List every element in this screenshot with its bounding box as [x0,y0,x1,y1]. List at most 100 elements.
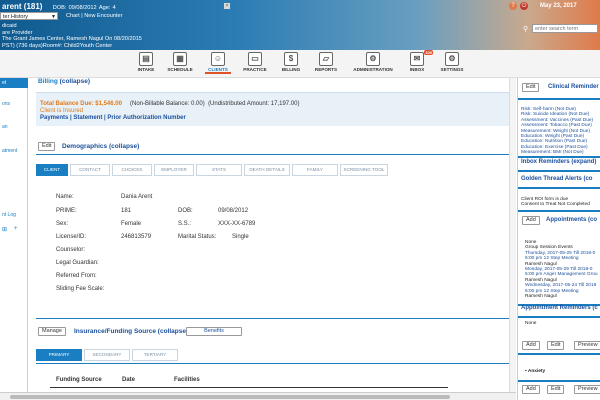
list-item: Consent to Treat Not Completed [521,202,590,208]
power-icon[interactable]: ⏻ [520,2,528,10]
divider [518,187,600,189]
insurance-title: Insurance/Funding Source (collapse) [74,328,189,335]
billing-box: Total Balance Due: $1,546.00 (Non-Billab… [36,92,512,126]
marital-label: Marital Status: [178,234,217,240]
divider [518,98,600,100]
chevron-down-icon: ▼ [51,14,56,20]
tab-screening-tool[interactable]: SCREENING TOOL [340,164,388,176]
calendar-icon: ▦ [173,52,187,66]
appointment-reminders-title: Appointment Reminders (c [521,305,598,311]
list-item[interactable]: Assessment: Tobacco (Past Due) [521,123,593,128]
vertical-scrollbar[interactable] [509,78,516,392]
dob-value: 09/08/2012 [218,208,249,214]
tab-employer[interactable]: EMPLOYER [154,164,194,176]
inbox-count-badge: 100 [424,50,433,55]
toolbar-settings[interactable]: ⚙ SETTINGS [439,52,465,72]
insured-status: Client is Insured [40,108,84,114]
benefits-button[interactable]: Benefits [186,327,242,336]
toolbar-reports[interactable]: ▱ REPORTS [313,52,339,72]
demographics-title: Demographics (collapse) [62,143,140,150]
search-icon[interactable]: ⚲ [523,25,528,33]
search-box [532,24,598,33]
scrollbar-thumb[interactable] [10,395,450,399]
plus-icon[interactable]: + [14,226,18,232]
billing-title: Billing (collapse) [38,78,91,85]
search-input[interactable] [533,25,597,32]
tab-secondary[interactable]: SECONDARY [84,349,130,361]
appointments-add-button[interactable]: Add [522,216,540,225]
tab-tertiary[interactable]: TERTIARY [132,349,178,361]
tab-choices[interactable]: CHOICES [112,164,152,176]
patient-title: arent (181) DOB: 09/08/2012 Age: 4 [2,2,116,11]
tab-contact[interactable]: CONTACT [70,164,110,176]
column-header: Date [122,377,136,383]
toolbar-intake[interactable]: ▤ INTAKE [135,52,157,72]
main-toolbar: ▤ INTAKE ▦ SCHEDULE ☺ CLIENTS ▭ PRACTICE… [0,50,600,78]
toolbar-clients[interactable]: ☺ CLIENTS [205,52,231,74]
left-nav-active-item[interactable]: et [0,78,28,88]
toolbar-practice[interactable]: ▭ PRACTICE [241,52,269,72]
insurance-manage-button[interactable]: Manage [38,327,66,336]
clinical-edit-button[interactable]: Edit [522,83,540,92]
appointment-reminders-none: None [525,321,537,326]
horizontal-scrollbar[interactable] [0,392,516,400]
sex-label: Sex: [56,221,69,227]
intake-icon: ▤ [139,52,153,66]
list-item[interactable]: Measurement: BMI (Not Due) [521,150,593,155]
referred-label: Referred From: [56,273,97,279]
marital-value: Single [232,234,249,240]
name-label: Name: [56,194,74,200]
divider [36,318,512,319]
list-item[interactable]: Wednesday, 2017-05-24 Till 2018 [525,283,598,288]
demographics-collapse-link[interactable]: (collapse) [109,143,139,150]
client-icon: ☺ [211,52,225,66]
tab-primary[interactable]: PRIMARY [36,349,82,361]
add-button[interactable]: Add [522,385,540,394]
tab-client[interactable]: CLIENT [36,164,68,176]
edit-button[interactable]: Edit [547,341,565,350]
dob-label: DOB: [178,208,193,214]
toolbar-billing[interactable]: $ BILLING [280,52,302,72]
inbox-reminders-title[interactable]: Inbox Reminders (expand) [521,159,596,165]
toolbar-schedule[interactable]: ▦ SCHEDULE [165,52,195,72]
grid-icon[interactable]: ⊞ [2,226,7,233]
table-divider [50,387,448,388]
divider [518,316,600,318]
tab-stats[interactable]: STATS [196,164,242,176]
close-icon[interactable]: × [224,3,230,9]
left-nav-item[interactable]: ons [2,101,10,107]
edit-button[interactable]: Edit [547,385,565,394]
golden-thread-list: Client ROI form is due Consent to Treat … [521,197,590,208]
right-panel: Edit Clinical Reminder Risk: Self-harm (… [517,78,600,400]
left-nav-item[interactable]: atment [2,148,17,154]
toolbar-inbox[interactable]: ✉ INBOX 100 [407,50,433,72]
demographics-tabs: CLIENT CONTACT CHOICES EMPLOYER STATS DE… [36,164,388,176]
anxiety-item: ▪ Anxiety [525,369,546,374]
toolbar-administration[interactable]: ⚙ ADMINISTRATION [351,52,395,72]
left-nav-item[interactable]: an [2,124,8,130]
insurance-collapse-link[interactable]: (collapse) [158,328,188,335]
billing-links[interactable]: Payments | Statement | Prior Authorizati… [40,115,186,121]
left-nav-item[interactable]: nt Log [2,212,16,218]
insurance-tabs: PRIMARY SECONDARY TERTIARY [36,349,178,361]
ss-label: S.S.: [178,221,192,227]
preview-button[interactable]: Preview [574,385,600,394]
chart-new-encounter-link[interactable]: Chart | New Encounter [66,13,122,19]
current-date: May 23, 2017 [540,3,577,9]
prime-value: 181 [121,208,132,214]
add-button[interactable]: Add [522,341,540,350]
help-icon[interactable]: ? [509,2,517,10]
tab-death-details[interactable]: DEATH DETAILS [244,164,290,176]
tab-family[interactable]: FAMILY [292,164,338,176]
app-header: arent (181) DOB: 09/08/2012 Age: 4 × ter… [0,0,600,50]
divider [518,156,600,158]
gear-icon: ⚙ [445,52,459,66]
golden-thread-title: Golden Thread Alerts (co [521,176,593,182]
preview-button[interactable]: Preview [574,341,600,350]
demographics-edit-button[interactable]: Edit [38,142,56,151]
billing-collapse-link[interactable]: (collapse) [60,78,90,85]
history-select[interactable]: ter History ▼ [0,12,58,20]
admin-icon: ⚙ [366,52,380,66]
folder-icon: ▱ [319,52,333,66]
column-header: Facilities [174,377,200,383]
